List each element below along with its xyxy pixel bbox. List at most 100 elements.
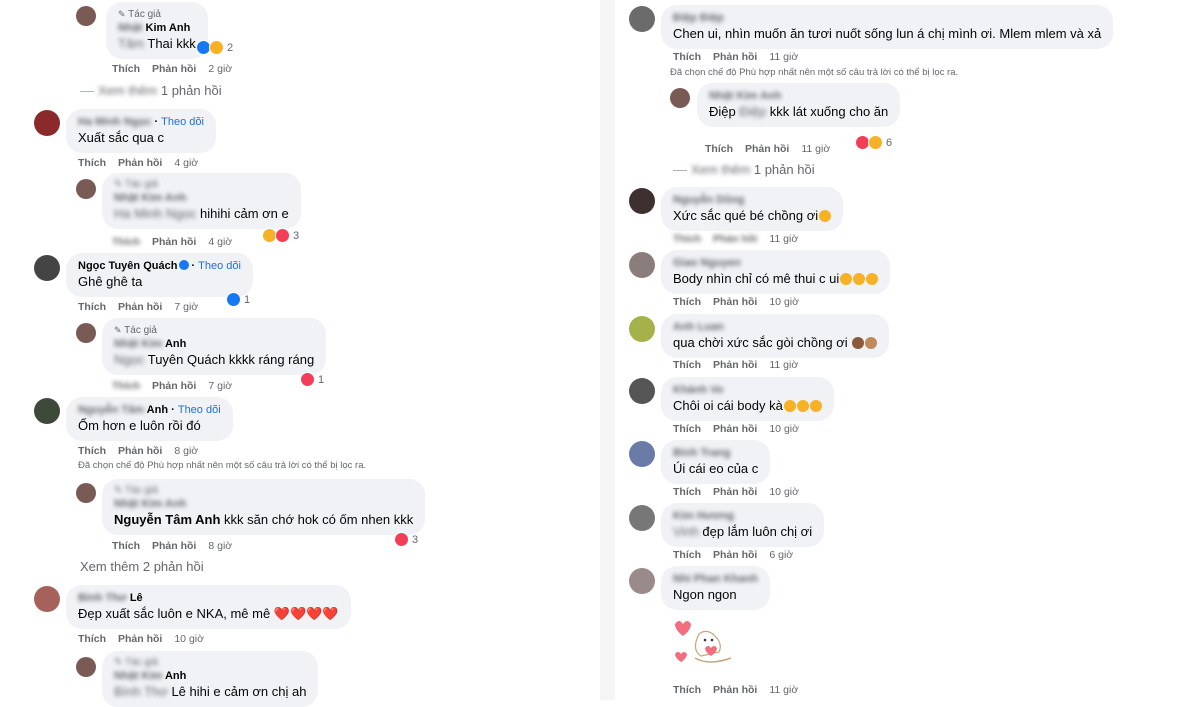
avatar[interactable]: [76, 483, 96, 503]
reply-link[interactable]: Phản hồi: [713, 233, 757, 245]
like-link[interactable]: Thích: [673, 296, 701, 308]
comment-author[interactable]: Giao Nguyen: [673, 256, 878, 270]
comment-bubble: Nhi Phan Khanh Ngon ngon: [661, 566, 770, 610]
avatar[interactable]: [629, 568, 655, 594]
view-more-replies[interactable]: Xem thêm 1 phản hồi: [673, 162, 815, 177]
like-link[interactable]: Thích: [78, 633, 106, 645]
like-link[interactable]: Thích: [112, 63, 140, 75]
comment-author[interactable]: Nguyễn Tâm Anh: [78, 404, 168, 416]
haha-reaction-icon: [209, 40, 224, 55]
follow-link[interactable]: Theo dõi: [198, 260, 241, 272]
reply-link[interactable]: Phản hồi: [713, 51, 757, 63]
comment-text: Ngọc Tuyên Quách kkkk ráng ráng: [114, 352, 315, 367]
avatar[interactable]: [629, 252, 655, 278]
avatar[interactable]: [629, 441, 655, 467]
reply-link[interactable]: Phản hồi: [713, 423, 757, 435]
comment-author[interactable]: Nhật Kim Anh: [114, 191, 289, 205]
reply-link[interactable]: Phản hồi: [152, 236, 196, 248]
comment-author[interactable]: Kim Hương: [673, 509, 812, 523]
comment-author[interactable]: Nguyễn Dũng: [673, 193, 831, 207]
like-link[interactable]: Thích: [673, 549, 701, 561]
reply-link[interactable]: Phản hồi: [713, 296, 757, 308]
comment-actions: Thích Phản hồi 7 giờ: [112, 380, 232, 392]
like-link[interactable]: Thích: [78, 445, 106, 457]
like-link[interactable]: Thích: [673, 359, 701, 371]
follow-link[interactable]: Theo dõi: [178, 404, 221, 416]
reply-link[interactable]: Phản hồi: [713, 486, 757, 498]
avatar[interactable]: [34, 398, 60, 424]
avatar[interactable]: [34, 110, 60, 136]
avatar[interactable]: [76, 6, 96, 26]
comment-bubble: ✎ Tác giả Nhật Kim Anh Bình Thơ Lê hihi …: [102, 651, 319, 707]
comment-time: 8 giờ: [174, 445, 199, 457]
comment-bubble: Nguyễn Tâm Anh · Theo dõi Ốm hơn e luôn …: [66, 397, 233, 441]
comment-author[interactable]: Nhật Kim Anh: [114, 497, 413, 511]
like-link[interactable]: Thích: [112, 236, 140, 248]
comment-author[interactable]: Ha Minh Ngọc: [78, 116, 151, 128]
reaction-summary[interactable]: 1: [226, 292, 250, 307]
comment-author[interactable]: Khánh Vo: [673, 383, 822, 397]
reply-link[interactable]: Phản hồi: [118, 157, 162, 169]
verified-badge-icon: [179, 260, 190, 270]
avatar[interactable]: [629, 378, 655, 404]
like-link[interactable]: Thích: [673, 233, 701, 245]
like-link[interactable]: Thích: [78, 301, 106, 313]
reply-link[interactable]: Phản hồi: [152, 63, 196, 75]
reaction-summary[interactable]: 1: [300, 372, 324, 387]
reply-link[interactable]: Phản hồi: [713, 549, 757, 561]
like-link[interactable]: Thích: [673, 51, 701, 63]
comment-time: 11 giờ: [769, 684, 799, 696]
comment-actions: Thích Phản hồi 11 giờ: [705, 143, 830, 155]
reply-link[interactable]: Phản hồi: [152, 540, 196, 552]
reply-link[interactable]: Phản hồi: [118, 633, 162, 645]
comment-author[interactable]: Ngọc Tuyên Quách: [78, 260, 177, 272]
avatar[interactable]: [34, 586, 60, 612]
reply-link[interactable]: Phản hồi: [745, 143, 789, 155]
reaction-summary[interactable]: 3: [262, 228, 299, 243]
comment-actions: Thích Phản hồi 10 giờ: [673, 486, 799, 498]
like-link[interactable]: Thích: [673, 423, 701, 435]
comment-author[interactable]: Bình Trang: [673, 446, 758, 460]
view-more-replies[interactable]: Xem thêm 1 phản hồi: [80, 83, 222, 98]
comment-actions: Thích Phản hồi 8 giờ: [112, 540, 232, 552]
reply-link[interactable]: Phản hồi: [118, 301, 162, 313]
comment-author[interactable]: Nhật Kim Anh: [118, 21, 196, 35]
comment-author[interactable]: Nhi Phan Khanh: [673, 572, 758, 586]
reply-link[interactable]: Phản hồi: [118, 445, 162, 457]
follow-link[interactable]: Theo dõi: [161, 116, 204, 128]
avatar[interactable]: [76, 179, 96, 199]
avatar[interactable]: [629, 6, 655, 32]
avatar[interactable]: [34, 255, 60, 281]
comment-bubble: ✎ Tác giả Nhật Kim Anh Ha Minh Ngọc hihi…: [102, 173, 301, 229]
like-link[interactable]: Thích: [673, 684, 701, 696]
comment-author[interactable]: Điệp Điệp: [673, 11, 1101, 25]
comment-author[interactable]: Nhật Kim Anh: [114, 337, 314, 351]
comment-author[interactable]: Nhật Kim Anh: [709, 89, 888, 103]
comment-bubble: ✎ Tác giả Nhật Kim Anh Tâm Thai kkk: [106, 2, 208, 59]
view-more-replies[interactable]: Xem thêm 2 phản hồi: [80, 559, 204, 574]
like-link[interactable]: Thích: [112, 540, 140, 552]
reply-link[interactable]: Phản hồi: [713, 684, 757, 696]
like-link[interactable]: Thích: [112, 380, 140, 392]
like-link[interactable]: Thích: [705, 143, 733, 155]
like-link[interactable]: Thích: [78, 157, 106, 169]
comment-text: Úi cái eo của c: [673, 461, 759, 476]
avatar[interactable]: [670, 88, 690, 108]
reply-link[interactable]: Phản hồi: [713, 359, 757, 371]
reaction-summary[interactable]: 3: [394, 532, 418, 547]
avatar[interactable]: [629, 188, 655, 214]
avatar[interactable]: [76, 657, 96, 677]
comment-author[interactable]: Anh Luan: [673, 320, 877, 334]
reaction-summary[interactable]: 6: [855, 135, 892, 150]
reply-link[interactable]: Phản hồi: [152, 380, 196, 392]
reaction-summary[interactable]: 2: [196, 40, 233, 55]
comment-text: Bình Thơ Lê hihi e cảm ơn chị ah: [114, 684, 307, 699]
avatar[interactable]: [629, 316, 655, 342]
like-link[interactable]: Thích: [673, 486, 701, 498]
avatar[interactable]: [76, 323, 96, 343]
comment-author[interactable]: Bình Thơ Lê: [78, 591, 339, 605]
emoji: [865, 337, 878, 349]
comment-author[interactable]: Nhật Kim Anh: [114, 669, 306, 683]
author-badge: ✎ Tác giả: [114, 179, 158, 190]
avatar[interactable]: [629, 505, 655, 531]
